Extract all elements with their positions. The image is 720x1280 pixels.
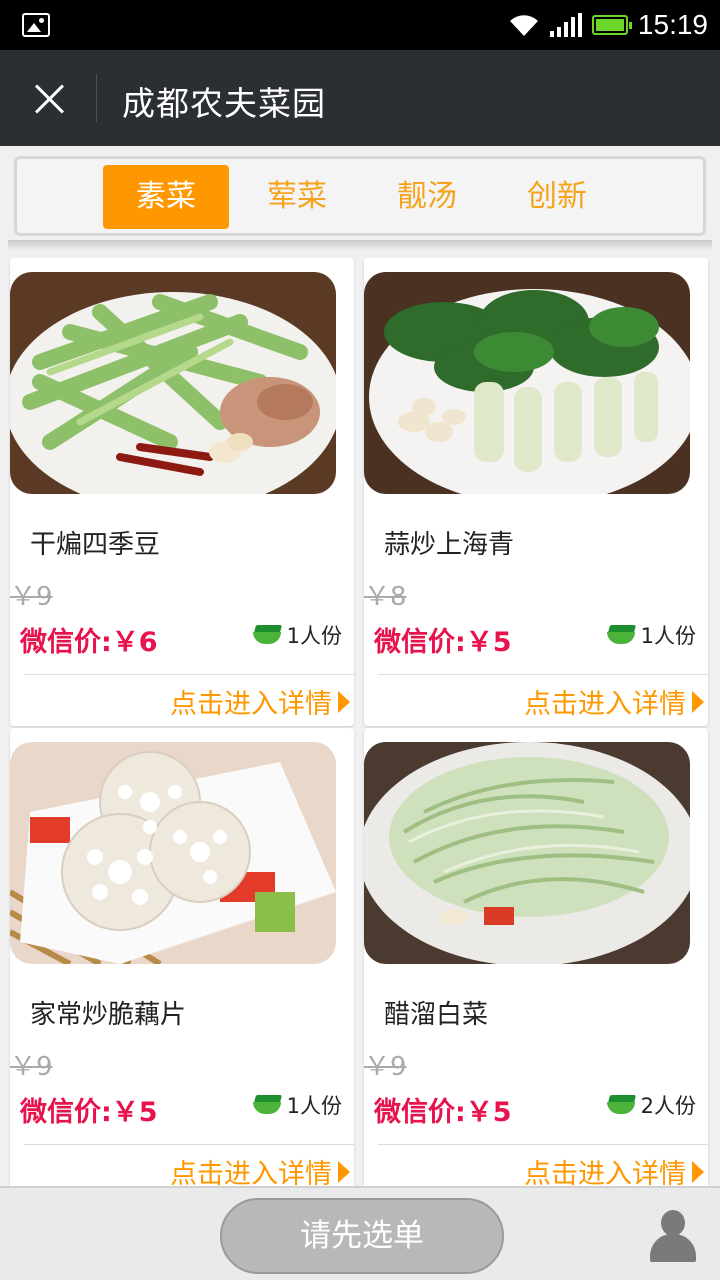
- view-detail-label: 点击进入详情: [524, 689, 686, 720]
- arrow-right-icon: [338, 690, 350, 713]
- serving-label: 1人份: [640, 624, 696, 648]
- wechat-price: 微信价:￥5: [374, 1097, 512, 1128]
- tabs-shadow: [8, 240, 712, 250]
- wechat-price: 微信价:￥5: [20, 1097, 158, 1128]
- bowl-icon: [606, 625, 637, 645]
- original-price: ￥9: [10, 1052, 53, 1082]
- tab-soup[interactable]: 靓汤: [373, 165, 481, 229]
- serving-size: 1人份: [252, 620, 342, 650]
- status-icons: 15:19: [508, 0, 708, 50]
- serving-label: 2人份: [640, 1094, 696, 1118]
- original-price: ￥9: [10, 582, 53, 612]
- serving-size: 2人份: [606, 1090, 696, 1120]
- tab-meat[interactable]: 荤菜: [243, 165, 351, 229]
- status-time: 15:19: [637, 9, 708, 40]
- serving-size: 1人份: [252, 1090, 342, 1120]
- dish-image: [10, 742, 336, 964]
- serving-label: 1人份: [286, 624, 342, 648]
- bowl-icon: [606, 1095, 637, 1115]
- close-icon[interactable]: [22, 72, 76, 126]
- status-bar: 15:19: [0, 0, 720, 50]
- bottom-bar: 请先选单: [0, 1186, 720, 1280]
- dish-card[interactable]: 干煸四季豆 ￥9 微信价:￥6 1人份 点击进入详情: [10, 258, 354, 726]
- dish-name: 醋溜白菜: [384, 1000, 489, 1030]
- card-divider: [378, 1144, 708, 1145]
- original-price: ￥9: [364, 1052, 407, 1082]
- dish-name: 蒜炒上海青: [384, 530, 515, 560]
- user-icon[interactable]: [648, 1210, 698, 1262]
- tab-vegetable[interactable]: 素菜: [103, 165, 229, 229]
- dish-image: [364, 742, 690, 964]
- tab-creative[interactable]: 创新: [503, 165, 611, 229]
- category-tabs: 素菜 荤菜 靓汤 创新: [14, 156, 706, 236]
- view-detail-label: 点击进入详情: [170, 689, 332, 720]
- view-detail-link[interactable]: 点击进入详情: [170, 682, 350, 721]
- gallery-notification-icon: [22, 13, 50, 37]
- order-button[interactable]: 请先选单: [220, 1198, 504, 1274]
- dish-name: 干煸四季豆: [30, 530, 161, 560]
- title-divider: [96, 74, 97, 122]
- arrow-right-icon: [692, 690, 704, 713]
- original-price: ￥8: [364, 582, 407, 612]
- dish-name: 家常炒脆藕片: [30, 1000, 187, 1030]
- title-bar: 成都农夫菜园: [0, 50, 720, 146]
- arrow-right-icon: [338, 1160, 350, 1183]
- view-detail-link[interactable]: 点击进入详情: [524, 682, 704, 721]
- dish-card[interactable]: 家常炒脆藕片 ￥9 微信价:￥5 1人份 点击进入详情: [10, 728, 354, 1196]
- battery-icon: [591, 15, 632, 35]
- card-divider: [378, 674, 708, 675]
- wechat-price: 微信价:￥6: [20, 627, 158, 658]
- dish-image: [364, 272, 690, 494]
- wechat-price: 微信价:￥5: [374, 627, 512, 658]
- serving-size: 1人份: [606, 620, 696, 650]
- wifi-icon: [509, 15, 538, 37]
- arrow-right-icon: [692, 1160, 704, 1183]
- dish-card[interactable]: 蒜炒上海青 ￥8 微信价:￥5 1人份 点击进入详情: [364, 258, 708, 726]
- card-divider: [24, 674, 354, 675]
- bowl-icon: [252, 625, 283, 645]
- bowl-icon: [252, 1095, 283, 1115]
- dish-card[interactable]: 醋溜白菜 ￥9 微信价:￥5 2人份 点击进入详情: [364, 728, 708, 1196]
- page-title: 成都农夫菜园: [122, 84, 326, 123]
- dish-image: [10, 272, 336, 494]
- card-divider: [24, 1144, 354, 1145]
- signal-icon: [549, 13, 582, 37]
- serving-label: 1人份: [286, 1094, 342, 1118]
